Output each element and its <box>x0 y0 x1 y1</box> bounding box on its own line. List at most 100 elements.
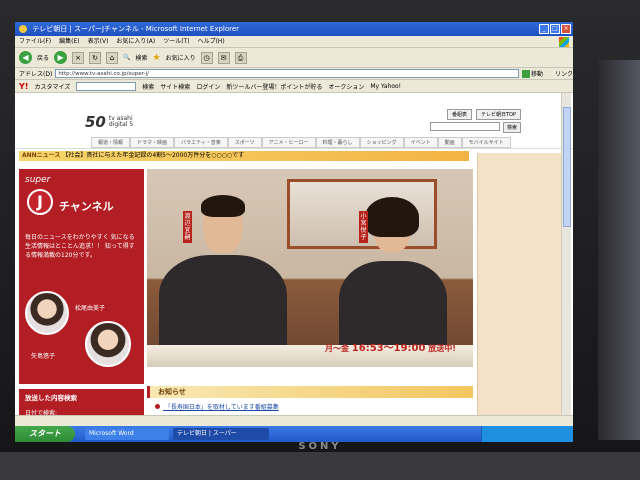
nav-anime[interactable]: アニメ・ヒーロー <box>261 137 316 148</box>
home-icon[interactable]: ⌂ <box>106 51 119 64</box>
screen: テレビ朝日 | スーパーJチャンネル - Microsoft Internet … <box>15 22 573 442</box>
nav-event[interactable]: イベント <box>403 137 438 148</box>
program-guide-button[interactable]: 番組表 <box>446 109 472 120</box>
nav-drama[interactable]: ドラマ・映画 <box>130 137 175 148</box>
nav-sports[interactable]: スポーツ <box>227 137 262 148</box>
logo-number: 50 <box>85 113 106 131</box>
status-bar <box>15 415 573 426</box>
window-titlebar: テレビ朝日 | スーパーJチャンネル - Microsoft Internet … <box>15 22 573 36</box>
address-input[interactable]: http://www.tv-asahi.co.jp/super-j/ <box>55 69 519 78</box>
scrollbar-thumb[interactable] <box>563 107 571 227</box>
news-label: ANNニュース <box>22 152 61 159</box>
links-label[interactable]: リンク <box>555 69 573 78</box>
super-text: super <box>25 175 51 185</box>
broadcast-suffix: 放送中! <box>428 344 456 353</box>
site-header: 50 tv asahi digital 5 番組表 テレビ朝日TOP 検索 報道… <box>15 93 573 149</box>
yahoo-site-search[interactable]: サイト検索 <box>160 82 190 91</box>
news-text: 【社会】貴社に与えた年金記録の4割5〜2000万件分を○○○○です <box>62 152 245 159</box>
anchor-photo-2[interactable] <box>85 321 131 367</box>
host-nameplate-2: 小宮悦子 <box>359 211 368 243</box>
taskbar-item-2[interactable]: テレビ朝日 | スーパー <box>173 428 269 440</box>
content-search-panel: 放送した内容検索 日付で検索: <box>19 389 144 417</box>
menu-edit[interactable]: 編集(E) <box>59 36 79 47</box>
windows-flag-icon <box>559 37 569 47</box>
go-arrow-icon <box>521 69 530 78</box>
host-nameplate-1: 渡辺宜嗣 <box>183 211 192 243</box>
anchor-name-2: 矢島悠子 <box>31 353 56 360</box>
yahoo-toolbar: Y! カスタマイズ 検索 サイト検索 ログイン 新ツールバー登場！ポイントが貯る… <box>15 80 573 93</box>
super-j-logo: J <box>27 189 53 215</box>
go-label: 移動 <box>530 71 543 78</box>
program-image: 渡辺宜嗣 小宮悦子 月〜金 16:53〜19:00 放送中! <box>147 169 473 367</box>
nav-variety[interactable]: バラエティ・音楽 <box>174 137 228 148</box>
print-icon[interactable]: ⎙ <box>234 51 247 64</box>
ie-icon <box>19 25 27 33</box>
right-column <box>477 153 571 415</box>
yahoo-new-toolbar[interactable]: 新ツールバー登場！ポイントが貯る <box>226 82 322 91</box>
yahoo-search-input[interactable] <box>76 81 137 91</box>
site-search-input[interactable] <box>429 122 500 131</box>
program-description: 毎日のニュースをわかりやすく 気になる生活情報はとことん追求！！ 知って得する情… <box>25 234 135 259</box>
broadcast-time: 月〜金 16:53〜19:00 放送中! <box>325 339 456 354</box>
refresh-icon[interactable]: ↻ <box>89 51 102 64</box>
back-arrow-icon[interactable]: ◀ <box>19 51 32 64</box>
menu-file[interactable]: ファイル(F) <box>19 36 51 47</box>
site-nav: 報道・情報 ドラマ・映画 バラエティ・音楽 スポーツ アニメ・ヒーロー 料理・暮… <box>91 137 511 148</box>
yahoo-login[interactable]: ログイン <box>196 82 220 91</box>
site-search-button[interactable]: 検索 <box>502 122 521 133</box>
ie-toolbar: ◀ 戻る ▶ × ↻ ⌂ 🔍 検索 ★ お気に入り ◷ ✉ ⎙ <box>15 48 573 68</box>
yahoo-auction[interactable]: オークション <box>328 82 364 91</box>
stop-icon[interactable]: × <box>72 51 85 64</box>
yahoo-logo[interactable]: Y! <box>19 82 28 91</box>
logo-text-bottom: digital 5 <box>108 121 134 128</box>
menu-favorites[interactable]: お気に入り(A) <box>116 36 155 47</box>
search-icon[interactable]: 🔍 <box>123 54 130 61</box>
window-title: テレビ朝日 | スーパーJチャンネル - Microsoft Internet … <box>32 25 240 33</box>
broadcast-days: 月〜金 <box>325 344 349 353</box>
tv-asahi-top-button[interactable]: テレビ朝日TOP <box>475 109 521 120</box>
anchor-name-1: 松尾由美子 <box>75 305 106 312</box>
mail-icon[interactable]: ✉ <box>217 51 230 64</box>
taskbar-item-1[interactable]: Microsoft Word <box>85 428 169 440</box>
news-ticker[interactable]: ANNニュース 【社会】貴社に与えた年金記録の4割5〜2000万件分を○○○○で… <box>19 151 469 161</box>
system-tray <box>481 426 573 442</box>
search-label[interactable]: 検索 <box>136 53 148 62</box>
close-button[interactable]: × <box>561 24 571 34</box>
nav-mobile[interactable]: モバイルサイト <box>461 137 511 148</box>
desk-surface <box>0 452 640 480</box>
star-icon[interactable]: ★ <box>153 53 161 63</box>
nav-shopping[interactable]: ショッピング <box>359 137 404 148</box>
background-object <box>598 60 640 440</box>
bullet-icon <box>155 404 160 409</box>
menu-view[interactable]: 表示(V) <box>88 36 109 47</box>
address-label: アドレス(D) <box>19 71 53 78</box>
nav-news[interactable]: 報道・情報 <box>91 137 131 148</box>
nav-cooking[interactable]: 料理・暮らし <box>315 137 360 148</box>
forward-arrow-icon[interactable]: ▶ <box>54 51 68 64</box>
notice-item-text: 「長寿国日本」を取材しています番組募集 <box>164 404 279 411</box>
address-bar: アドレス(D) http://www.tv-asahi.co.jp/super-… <box>15 68 573 80</box>
monitor-brand: SONY <box>298 441 342 452</box>
yahoo-search-button[interactable]: 検索 <box>142 82 154 91</box>
start-button[interactable]: スタート <box>15 426 75 442</box>
content-search-heading: 放送した内容検索 <box>25 394 77 402</box>
maximize-button[interactable]: □ <box>550 24 560 34</box>
menu-bar: ファイル(F) 編集(E) 表示(V) お気に入り(A) ツール(T) ヘルプ(… <box>15 36 573 48</box>
back-label[interactable]: 戻る <box>37 53 49 62</box>
vertical-scrollbar[interactable] <box>561 93 571 415</box>
nav-video[interactable]: 動画 <box>437 137 462 148</box>
anchor-photo-1[interactable] <box>25 291 69 335</box>
go-button[interactable]: 移動 <box>521 69 552 78</box>
minimize-button[interactable]: _ <box>539 24 549 34</box>
menu-tools[interactable]: ツール(T) <box>163 36 189 47</box>
taskbar: スタート Microsoft Word テレビ朝日 | スーパー <box>15 426 573 442</box>
program-panel: super J チャンネル 毎日のニュースをわかりやすく 気になる生活情報はとこ… <box>19 169 144 384</box>
history-icon[interactable]: ◷ <box>200 51 213 64</box>
tv-asahi-logo[interactable]: 50 tv asahi digital 5 <box>85 113 133 131</box>
broadcast-hours: 16:53〜19:00 <box>351 343 426 354</box>
yahoo-my-yahoo[interactable]: My Yahoo! <box>370 83 401 90</box>
menu-help[interactable]: ヘルプ(H) <box>198 36 225 47</box>
yahoo-customize[interactable]: カスタマイズ <box>34 82 70 91</box>
notice-item[interactable]: 「長寿国日本」を取材しています番組募集 <box>155 402 279 411</box>
favorites-label[interactable]: お気に入り <box>166 53 196 62</box>
